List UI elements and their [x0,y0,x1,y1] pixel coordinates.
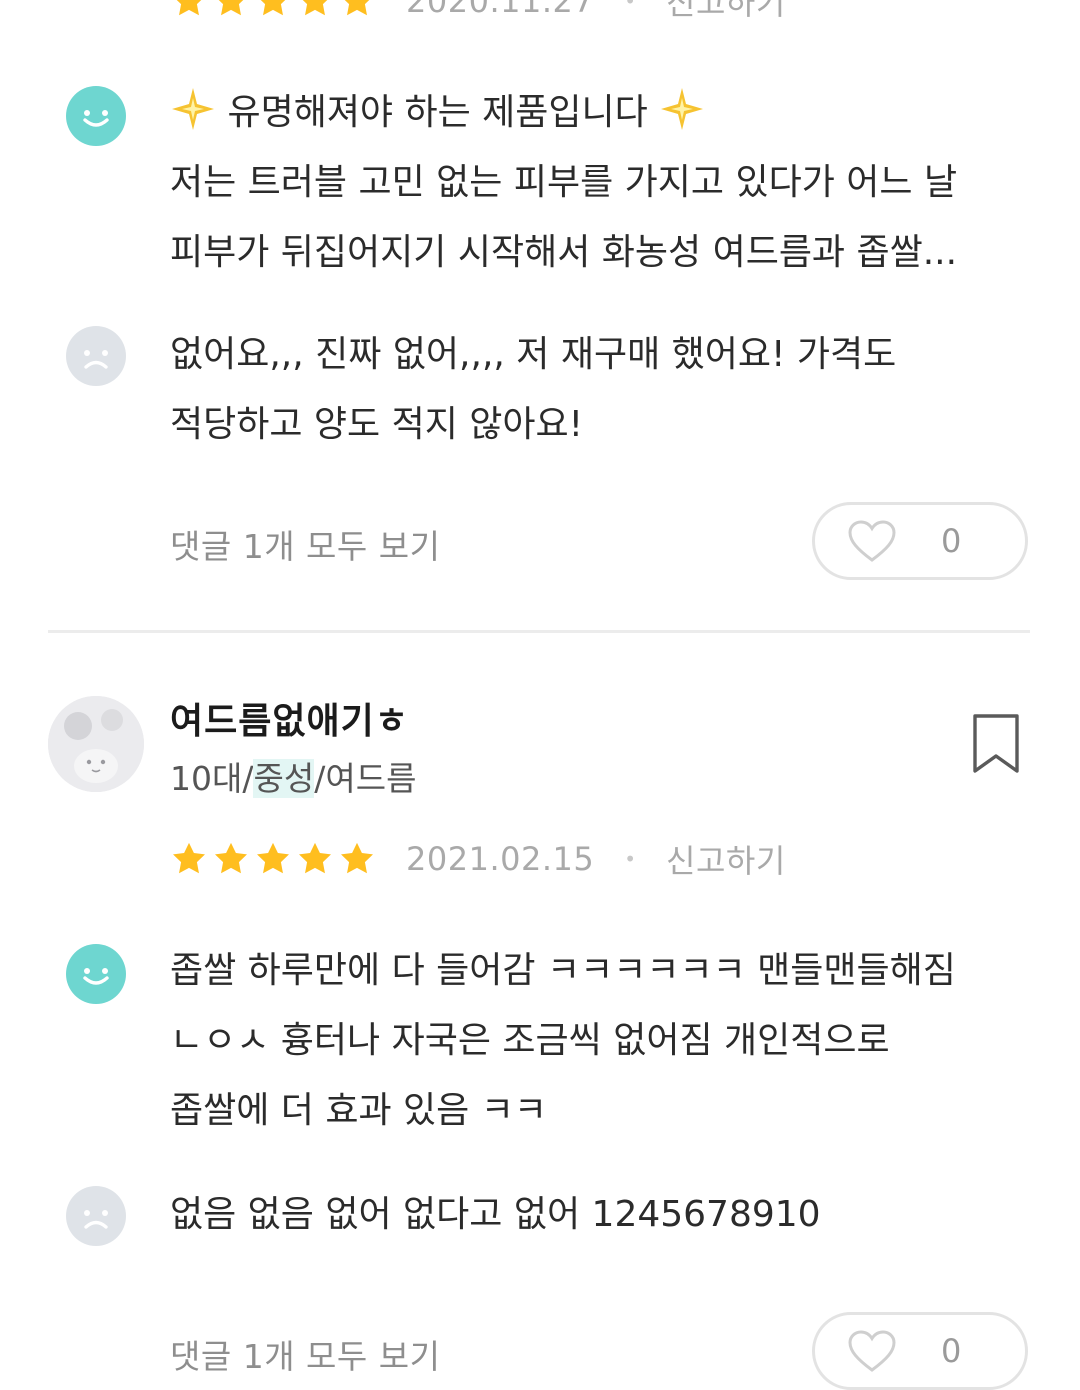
user-profile-tags: 10대/중성/여드름 [170,752,416,800]
star-icon [302,0,328,16]
star-icon [176,0,202,16]
prev-review-good-text: 유명해져야 하는 제품입니다 저는 트러블 고민 없는 피부를 가지고 있다가 … [170,78,1030,288]
review-text-line: 저는 트러블 고민 없는 피부를 가지고 있다가 어느 날 [170,162,958,203]
like-count: 0 [941,1332,962,1370]
review-text-line: 좁쌀에 더 효과 있음 ㅋㅋ [170,1090,547,1131]
meta-separator: • [624,847,637,871]
review-title-text: 유명해져야 하는 제품입니다 [227,92,648,133]
rating-stars [170,840,376,878]
star-icon [260,0,286,16]
like-button[interactable]: 0 [812,502,1028,580]
skin-type-tag: 중성 [253,759,315,798]
concern-tag: 여드름 [325,759,417,798]
like-button[interactable]: 0 [812,1312,1028,1390]
prev-rating-stars [170,0,376,20]
prev-review-bad-text: 없어요,,, 진짜 없어,,,, 저 재구매 했어요! 가격도 적당하고 양도 … [170,320,1030,460]
sad-face-icon [66,1186,126,1246]
prev-report-link[interactable]: 신고하기 [666,0,786,24]
tag-separator: / [314,759,326,798]
star-icon [215,842,247,874]
tag-separator: / [242,759,254,798]
review-good-text: 좁쌀 하루만에 다 들어감 ㅋㅋㅋㅋㅋㅋ 맨들맨들해짐 ㄴㅇㅅ 흉터나 자국은 … [170,936,1030,1146]
review-text-line: 피부가 뒤집어지기 시작해서 화농성 여드름과 좁쌀... [170,232,958,273]
happy-face-icon [66,86,126,146]
review-text-line: ㄴㅇㅅ 흉터나 자국은 조금씩 없어짐 개인적으로 [170,1020,890,1061]
like-count: 0 [941,522,962,560]
review-bad-text: 없음 없음 없어 없다고 없어 1245678910 [170,1180,1030,1250]
star-icon [341,842,373,874]
report-link[interactable]: 신고하기 [666,836,786,882]
review-text-line: 없어요,,, 진짜 없어,,,, 저 재구매 했어요! 가격도 [170,334,897,375]
star-icon [299,842,331,874]
bookmark-outline-icon [973,714,1019,773]
username: 여드름없애기ㅎ [170,701,409,742]
view-comments-link[interactable]: 댓글 1개 모두 보기 [170,1330,441,1378]
prev-review-meta: 2020.11.27 • 신고하기 [170,0,786,24]
review-divider [48,630,1030,633]
review-title-line: 유명해져야 하는 제품입니다 [170,78,1030,148]
star-icon [173,842,205,874]
sparkle-icon [661,88,704,130]
view-comments-link[interactable]: 댓글 1개 모두 보기 [170,520,441,568]
review-date: 2021.02.15 [406,840,595,878]
review-text-line: 없음 없음 없어 없다고 없어 1245678910 [170,1194,821,1235]
heart-outline-icon [848,1330,896,1372]
happy-face-icon [66,944,126,1004]
meta-separator: • [624,0,637,13]
review-text-line: 적당하고 양도 적지 않아요! [170,404,584,445]
star-icon [344,0,370,16]
bookmark-button[interactable] [970,712,1022,776]
sad-face-icon [66,326,126,386]
review-meta: 2021.02.15 • 신고하기 [170,836,786,882]
age-tag: 10대 [170,759,243,798]
heart-outline-icon [848,520,896,562]
prev-review-date: 2020.11.27 [406,0,595,20]
review-text-line: 좁쌀 하루만에 다 들어감 ㅋㅋㅋㅋㅋㅋ 맨들맨들해짐 [170,950,956,991]
star-icon [257,842,289,874]
sparkle-icon [172,88,214,130]
avatar[interactable] [48,696,144,792]
star-icon [218,0,244,16]
